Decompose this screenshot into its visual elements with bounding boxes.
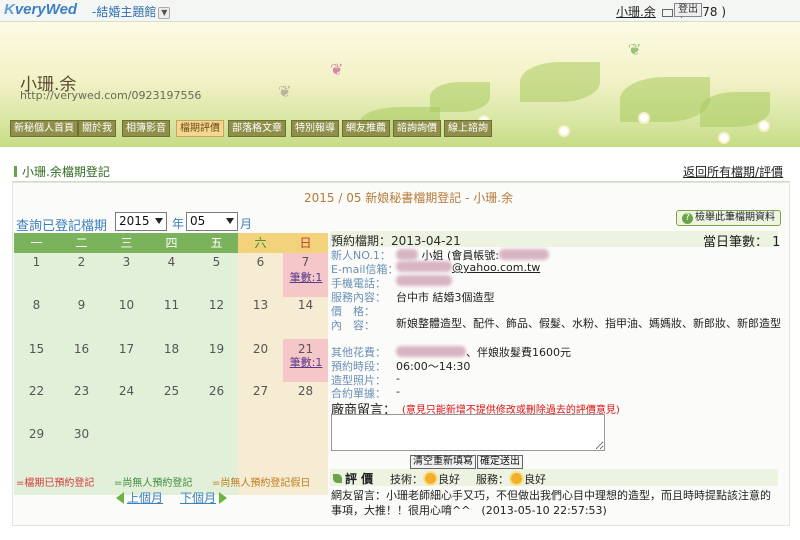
- section-title: 小珊.余檔期登記: [14, 163, 110, 180]
- butterfly-icon: ❦: [628, 40, 642, 59]
- user-name-link[interactable]: 小珊.余: [616, 5, 656, 19]
- question-icon: ?: [682, 213, 693, 224]
- legend-available: =尚無人預約登記: [114, 478, 193, 489]
- calendar-day[interactable]: 10: [104, 298, 149, 312]
- calendar-day[interactable]: 14: [283, 298, 328, 312]
- row-label: 內 容：: [331, 319, 375, 332]
- calendar-day[interactable]: 26: [194, 384, 239, 398]
- query-label: 查詢已登記檔期: [16, 219, 108, 234]
- calendar-day[interactable]: 11: [149, 298, 194, 312]
- year-select[interactable]: 2015: [115, 212, 167, 231]
- mail-icon[interactable]: [661, 8, 673, 17]
- calendar-day[interactable]: 8: [14, 298, 59, 312]
- booking-count-link[interactable]: 筆數:1: [284, 354, 328, 370]
- weekday-sat: 六: [254, 236, 267, 250]
- nav-recommend[interactable]: 網友推薦: [342, 120, 390, 137]
- nav-online-consult[interactable]: 線上諮詢: [444, 120, 492, 137]
- calendar-day[interactable]: 17: [104, 342, 149, 356]
- butterfly-icon: ❦: [330, 60, 344, 79]
- calendar-day[interactable]: 28: [283, 384, 328, 398]
- user-info: 小珊.余 ( 1278 ): [616, 3, 726, 20]
- logout-button[interactable]: 登出: [674, 3, 702, 17]
- section-divider: [12, 160, 790, 182]
- calendar-day[interactable]: 15: [14, 342, 59, 356]
- tech-rating: 技術： 良好: [390, 473, 460, 486]
- booking-count-link[interactable]: 筆數:1: [284, 269, 328, 285]
- row-value: 06:00～14:30: [396, 360, 471, 373]
- sun-icon: [511, 473, 522, 484]
- row-value: 台中市 結婚3個造型: [396, 291, 495, 304]
- calendar-day[interactable]: 16: [59, 342, 104, 356]
- calendar-day[interactable]: 4: [149, 255, 194, 269]
- calendar-day[interactable]: 25: [149, 384, 194, 398]
- sun-icon: [425, 473, 436, 484]
- chevron-down-icon: [155, 218, 163, 224]
- calendar-day[interactable]: 18: [149, 342, 194, 356]
- chevron-down-icon[interactable]: ▼: [158, 6, 171, 19]
- weekday-fri: 五: [210, 236, 223, 250]
- row-value: -: [396, 372, 400, 385]
- arrow-right-icon: [219, 492, 228, 504]
- site-section-menu[interactable]: -結婚主題館 ▼: [92, 3, 171, 20]
- month-select[interactable]: 05: [186, 212, 238, 231]
- nav-schedule-reviews[interactable]: 檔期評價: [176, 120, 224, 137]
- service-rating: 服務： 良好: [476, 473, 546, 486]
- daily-count: 當日筆數： 1: [703, 235, 781, 250]
- nav-blog[interactable]: 部落格文章: [228, 120, 286, 137]
- nav-album[interactable]: 相簿影音: [122, 120, 170, 137]
- site-logo[interactable]: KveryWed: [4, 1, 77, 18]
- calendar-day[interactable]: 30: [59, 427, 104, 441]
- review-text: 網友留言：小珊老師細心手又巧，不但做出我們心目中理想的造型，而且時時提點該注意的…: [331, 489, 771, 517]
- calendar-day[interactable]: 19: [194, 342, 239, 356]
- weekday-thu: 四: [165, 236, 178, 250]
- top-bar: KveryWed -結婚主題館 ▼ 小珊.余 ( 1278 ) 登出: [0, 0, 800, 22]
- weekday-sun: 日: [299, 236, 312, 250]
- prev-month-link[interactable]: 上個月: [116, 489, 163, 506]
- owner-url: http://verywed.com/0923197556: [20, 89, 202, 102]
- leaf-icon: [333, 474, 342, 483]
- row-value: @yahoo.com.tw: [396, 261, 540, 274]
- nav-home[interactable]: 新秘個人首頁: [10, 120, 78, 137]
- weekday-tue: 二: [75, 236, 88, 250]
- row-value: [396, 275, 452, 288]
- report-button[interactable]: ? 檢舉此筆檔期資料: [676, 210, 781, 226]
- year-unit: 年: [172, 217, 185, 231]
- legend-available-holiday: =尚無人預約登記假日: [212, 478, 311, 489]
- month-unit: 月: [240, 217, 253, 231]
- nav-inquiry[interactable]: 諮詢詢價: [393, 120, 441, 137]
- calendar-day[interactable]: 13: [238, 298, 283, 312]
- calendar-day[interactable]: 24: [104, 384, 149, 398]
- calendar-day[interactable]: 23: [59, 384, 104, 398]
- legend-booked: =檔期已預約登記: [16, 478, 95, 489]
- arrow-left-icon: [116, 492, 124, 504]
- row-value: 新娘整體造型、配件、飾品、假髮、水粉、指甲油、媽媽妝、新郎妝、新郎造型: [396, 317, 781, 330]
- weekday-wed: 三: [120, 236, 133, 250]
- calendar-day[interactable]: 29: [14, 427, 59, 441]
- panel-title: 2015 / 05 新娘秘書檔期登記 - 小珊.余: [304, 191, 514, 205]
- evaluation-title: 評 價: [333, 470, 373, 487]
- calendar-day[interactable]: 27: [238, 384, 283, 398]
- butterfly-icon: ❦: [278, 82, 292, 101]
- submit-button[interactable]: 確定送出: [477, 455, 523, 469]
- calendar-day[interactable]: 9: [59, 298, 104, 312]
- comment-textarea[interactable]: [331, 414, 605, 451]
- nav-about[interactable]: 關於我: [78, 120, 116, 137]
- chevron-down-icon: [226, 218, 234, 224]
- calendar-day[interactable]: 1: [14, 255, 59, 269]
- next-month-link[interactable]: 下個月: [180, 489, 228, 506]
- weekday-mon: 一: [30, 236, 43, 250]
- calendar-day[interactable]: 5: [194, 255, 239, 269]
- back-to-all-link[interactable]: 返回所有檔期/評價: [683, 163, 783, 180]
- calendar-day[interactable]: 2: [59, 255, 104, 269]
- calendar-day[interactable]: 6: [238, 255, 283, 269]
- row-value: -: [396, 385, 400, 398]
- calendar-day[interactable]: 3: [104, 255, 149, 269]
- calendar-day[interactable]: 22: [14, 384, 59, 398]
- calendar-day[interactable]: 20: [238, 342, 283, 356]
- calendar-day[interactable]: 12: [194, 298, 239, 312]
- nav-special-report[interactable]: 特別報導: [291, 120, 339, 137]
- profile-banner: ❦ ❦ ❦ 小珊.余 http://verywed.com/0923197556…: [0, 22, 800, 147]
- clear-button[interactable]: 清空重新填寫: [410, 455, 476, 469]
- calendar-day[interactable]: 7: [283, 255, 328, 269]
